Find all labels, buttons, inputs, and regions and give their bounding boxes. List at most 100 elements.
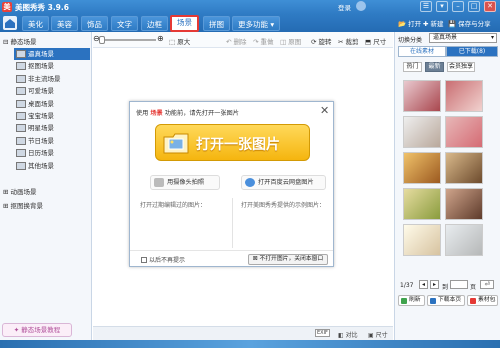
sidebar-item-label: 日历场景 (28, 149, 54, 158)
original-button[interactable]: ◫ 原图 (280, 36, 301, 46)
dialog-close-icon[interactable]: ✕ (320, 104, 329, 117)
star-icon: ✦ (13, 326, 20, 334)
minimize-button[interactable]: – (452, 1, 464, 12)
tab-more[interactable]: 更多功能 ▾ (232, 16, 281, 31)
sidebar-item[interactable]: 可爱场景 (14, 85, 90, 97)
open-image-dialog: 使用 场景 功能前，请先打开一张图片 ✕ 打开一张图片 用摄像头拍照 打开百度云… (129, 101, 334, 267)
sidebar-item[interactable]: 宝宝场景 (14, 110, 90, 122)
tutorial-button[interactable]: ✦ 静态场景教程 (2, 323, 72, 337)
home-icon (5, 19, 15, 28)
crop-button[interactable]: ✂ 裁剪 (338, 36, 359, 46)
rotate-button[interactable]: ⟳ 旋转 (311, 36, 332, 46)
menu-icon[interactable]: ▾ (436, 1, 448, 12)
sidebar-item[interactable]: 逼真场景 (14, 48, 90, 61)
tab-accessories[interactable]: 饰品 (81, 16, 108, 31)
scene-thumb-icon (16, 99, 26, 108)
material-thumb[interactable] (403, 116, 441, 148)
scene-category-sidebar: ⊟ 静态场景 逼真场景抠图场景非主流场景可爱场景桌面场景宝宝场景明星场景 节日场景… (0, 32, 92, 348)
prev-page-button[interactable]: ◂ (419, 280, 428, 289)
go-button[interactable]: ⏎ (480, 280, 494, 289)
sidebar-item-label: 桌面场景 (28, 99, 54, 108)
material-thumb[interactable] (445, 224, 483, 256)
sidebar-item[interactable]: 日历场景 (14, 147, 90, 159)
goto-label: 到 (442, 284, 449, 291)
baidu-cloud-button[interactable]: 打开百度云网盘图片 (241, 175, 326, 190)
page-suffix: 页 (470, 284, 477, 291)
dont-show-again-checkbox[interactable]: 以后不再提示 (141, 255, 185, 264)
zoom-slider[interactable] (101, 39, 156, 41)
delete-button[interactable]: ↶ 删除 (226, 36, 247, 46)
material-thumb[interactable] (445, 80, 483, 112)
sidebar-item-label: 宝宝场景 (28, 112, 54, 120)
close-button[interactable]: ✕ (484, 1, 496, 12)
sidebar-group-static[interactable]: ⊟ 静态场景 (3, 36, 37, 46)
sidebar-item[interactable]: 明星场景 (14, 122, 90, 134)
material-thumb[interactable] (403, 224, 441, 256)
material-thumb[interactable] (445, 116, 483, 148)
sidebar-item[interactable]: 其他场景 (14, 160, 90, 172)
compare-button[interactable]: ◧ 对比 (338, 330, 358, 339)
dialog-message: 使用 场景 功能前，请先打开一张图片 (136, 110, 239, 117)
material-panel: 切换分类 逼真场景 ▾ 在线素材 已下载(8) 热门 最新 会员独享 1/37 … (394, 32, 500, 340)
material-thumb[interactable] (403, 152, 441, 184)
webcam-button[interactable]: 用摄像头拍照 (150, 175, 220, 190)
tab-frame[interactable]: 边框 (141, 16, 168, 31)
tab-text[interactable]: 文字 (111, 16, 138, 31)
checkbox-box[interactable] (141, 257, 147, 263)
sidebar-item[interactable]: 桌面场景 (14, 98, 90, 110)
edit-toolbar: ⊖ ⊕ ⬚ 原大 ↶ 删除 ↷ 重做 ◫ 原图 ⟳ 旋转 ✂ 裁剪 ⬒ 尺寸 (93, 32, 393, 48)
material-thumb[interactable] (403, 80, 441, 112)
sidebar-item[interactable]: 非主流场景 (14, 73, 90, 85)
status-size-button[interactable]: ▣ 尺寸 (368, 330, 388, 339)
sidebar-group-cutout[interactable]: ⊞ 抠图换背景 (3, 200, 43, 210)
next-page-button[interactable]: ▸ (430, 280, 439, 289)
material-thumb[interactable] (403, 188, 441, 220)
sidebar-item-label: 非主流场景 (28, 74, 61, 83)
material-package-button[interactable]: 素材包 (467, 295, 498, 306)
dialog-footer: 以后不再提示 ⊠ 不打开图片，关闭本窗口 (130, 250, 333, 267)
scene-thumb-icon (16, 161, 26, 170)
scene-thumb-icon (16, 149, 26, 158)
category-dropdown[interactable]: 逼真场景 ▾ (429, 33, 497, 43)
original-size-button[interactable]: ⬚ 原大 (169, 36, 190, 46)
app-logo-icon: 美 (2, 2, 12, 12)
chip-newest[interactable]: 最新 (425, 62, 444, 72)
sidebar-item-label: 抠图场景 (28, 62, 54, 71)
tab-downloaded[interactable]: 已下载(8) (446, 46, 498, 57)
sidebar-item[interactable]: 节日场景 (14, 135, 90, 147)
open-image-button[interactable]: 打开一张图片 (155, 124, 310, 161)
new-menu[interactable]: ✚ 新建 (423, 18, 444, 28)
redo-button[interactable]: ↷ 重做 (253, 36, 274, 46)
chip-hot[interactable]: 热门 (403, 62, 422, 72)
user-icon[interactable] (356, 1, 366, 11)
tab-online-materials[interactable]: 在线素材 (398, 46, 446, 57)
refresh-icon (401, 298, 407, 304)
home-button[interactable] (3, 16, 17, 30)
zoom-in-icon[interactable]: ⊕ (157, 34, 164, 43)
zoom-slider-handle[interactable] (99, 36, 105, 44)
sidebar-group-animated[interactable]: ⊞ 动画场景 (3, 186, 37, 196)
cloud-icon (245, 178, 255, 187)
open-menu[interactable]: 📂 打开 (398, 18, 421, 28)
window-title: 美图秀秀 3.9.6 (15, 3, 69, 12)
size-button[interactable]: ⬒ 尺寸 (365, 36, 386, 46)
tab-collage[interactable]: 拼图 (203, 16, 230, 31)
tab-beauty[interactable]: 美容 (51, 16, 78, 31)
download-page-button[interactable]: 下载本页 (427, 295, 465, 306)
maximize-button[interactable]: □ (468, 1, 480, 12)
exif-badge[interactable]: EXIF (315, 329, 330, 337)
tab-scene[interactable]: 场景 (170, 15, 199, 32)
skin-icon[interactable]: ☰ (420, 1, 432, 12)
sidebar-item-label: 逼真场景 (28, 50, 54, 58)
close-without-open-button[interactable]: ⊠ 不打开图片，关闭本窗口 (248, 254, 328, 265)
chip-vip[interactable]: 会员独享 (447, 62, 475, 72)
scene-thumb-icon (16, 112, 26, 120)
page-input[interactable] (450, 280, 468, 289)
login-link[interactable]: 登录 (338, 2, 351, 12)
tab-beautify[interactable]: 美化 (22, 16, 49, 31)
material-thumb[interactable] (445, 188, 483, 220)
material-thumb[interactable] (445, 152, 483, 184)
sidebar-item[interactable]: 抠图场景 (14, 60, 90, 72)
save-share-menu[interactable]: 💾 保存与分享 (448, 18, 491, 28)
refresh-button[interactable]: 刷新 (398, 295, 425, 306)
